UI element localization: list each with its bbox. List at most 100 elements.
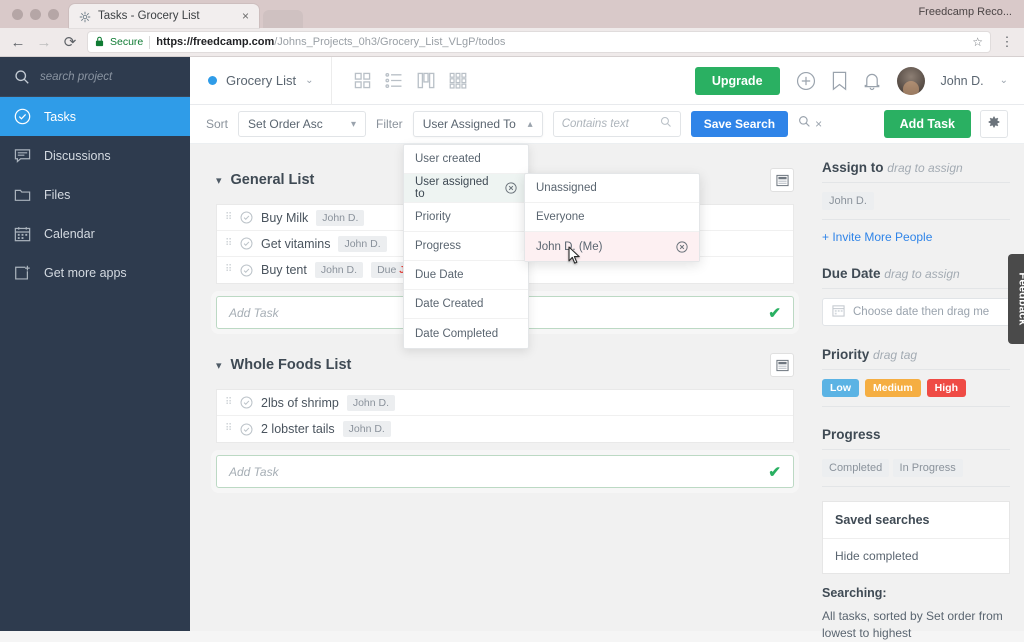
drag-handle-icon[interactable]: ⠿ bbox=[225, 212, 232, 222]
filter-label: Filter bbox=[376, 117, 403, 131]
chevron-down-icon[interactable]: ⌄ bbox=[1000, 75, 1008, 86]
confirm-add-task-icon[interactable]: ✔ bbox=[768, 463, 781, 481]
drag-handle-icon[interactable]: ⠿ bbox=[225, 238, 232, 248]
close-tab-button[interactable]: × bbox=[240, 10, 251, 22]
sidebar-item-label: Discussions bbox=[44, 148, 111, 163]
avatar[interactable] bbox=[896, 66, 925, 95]
add-task-input-whole-foods[interactable]: Add Task ✔ bbox=[216, 455, 794, 488]
grid-view-icon[interactable] bbox=[354, 72, 371, 89]
save-search-button[interactable]: Save Search bbox=[690, 111, 789, 137]
address-bar[interactable]: Secure https://freedcamp.com/Johns_Proje… bbox=[88, 32, 990, 52]
user-name[interactable]: John D. bbox=[941, 74, 984, 88]
contains-text-input[interactable]: Contains text bbox=[552, 111, 681, 137]
right-panel: Assign to drag to assign John D. + Invit… bbox=[810, 144, 1024, 640]
filter-select[interactable]: User Assigned To ▴ bbox=[412, 111, 543, 137]
check-circle-icon[interactable] bbox=[240, 237, 253, 250]
bell-icon[interactable] bbox=[863, 71, 881, 91]
searching-title: Searching: bbox=[822, 586, 887, 600]
bookmark-icon[interactable] bbox=[832, 71, 847, 91]
sidebar-item-get-more-apps[interactable]: Get more apps bbox=[0, 253, 190, 292]
minimize-window-button[interactable] bbox=[30, 9, 41, 20]
menu-item-unassigned[interactable]: Unassigned bbox=[525, 174, 699, 203]
assignable-person-tag[interactable]: John D. bbox=[822, 192, 874, 210]
priority-hint: drag tag bbox=[873, 348, 918, 362]
task-assignee[interactable]: John D. bbox=[338, 235, 387, 252]
folder-icon bbox=[14, 186, 31, 203]
check-circle-icon[interactable] bbox=[240, 396, 253, 409]
sort-select[interactable]: Set Order Asc ▾ bbox=[238, 111, 367, 137]
table-row[interactable]: ⠿ 2 lobster tails John D. bbox=[217, 416, 793, 442]
check-circle-icon[interactable] bbox=[240, 264, 253, 277]
plus-circle-icon[interactable] bbox=[796, 71, 816, 91]
maximize-window-button[interactable] bbox=[48, 9, 59, 20]
new-tab-button[interactable] bbox=[263, 10, 303, 28]
add-task-button[interactable]: Add Task bbox=[883, 110, 971, 138]
clear-search-button[interactable]: × bbox=[798, 115, 822, 133]
list-panel-button[interactable] bbox=[770, 353, 794, 377]
close-window-button[interactable] bbox=[12, 9, 23, 20]
reload-button[interactable]: ⟳ bbox=[62, 35, 78, 50]
board-view-icon[interactable] bbox=[449, 72, 467, 89]
menu-item-user-assigned-to[interactable]: User assigned to bbox=[404, 174, 528, 203]
browser-menu-icon[interactable]: ⋮ bbox=[1000, 35, 1014, 48]
sidebar-item-label: Tasks bbox=[44, 109, 76, 124]
project-selector[interactable]: Grocery List ⌄ bbox=[190, 56, 333, 105]
divider bbox=[822, 406, 1010, 407]
table-row[interactable]: ⠿ 2lbs of shrimp John D. bbox=[217, 390, 793, 416]
check-circle-icon[interactable] bbox=[240, 423, 253, 436]
sidebar-item-discussions[interactable]: Discussions bbox=[0, 136, 190, 175]
priority-tag-medium[interactable]: Medium bbox=[865, 379, 921, 397]
menu-item-progress[interactable]: Progress bbox=[404, 232, 528, 261]
list-panel-button[interactable] bbox=[770, 168, 794, 192]
project-search[interactable]: search project bbox=[0, 57, 190, 97]
chevron-down-icon[interactable]: ▾ bbox=[216, 174, 222, 187]
saved-search-item[interactable]: Hide completed bbox=[823, 538, 1009, 573]
menu-item-john-d-me[interactable]: John D. (Me) bbox=[525, 232, 699, 261]
remove-user-filter-icon[interactable] bbox=[676, 240, 688, 253]
task-assignee[interactable]: John D. bbox=[346, 394, 395, 411]
check-circle-icon[interactable] bbox=[240, 211, 253, 224]
upgrade-button[interactable]: Upgrade bbox=[694, 66, 780, 95]
add-task-placeholder: Add Task bbox=[229, 305, 279, 320]
priority-tag-high[interactable]: High bbox=[926, 379, 966, 397]
forward-button[interactable]: → bbox=[36, 35, 52, 50]
secure-label: Secure bbox=[110, 36, 144, 48]
invite-more-people-link[interactable]: + Invite More People bbox=[822, 230, 932, 244]
browser-tab[interactable]: Tasks - Grocery List × bbox=[69, 4, 259, 28]
sidebar-item-calendar[interactable]: Calendar bbox=[0, 214, 190, 253]
drag-handle-icon[interactable]: ⠿ bbox=[225, 424, 232, 434]
list-view-icon[interactable] bbox=[385, 72, 403, 89]
confirm-add-task-icon[interactable]: ✔ bbox=[768, 304, 781, 322]
drag-handle-icon[interactable]: ⠿ bbox=[225, 265, 232, 275]
due-date-hint: drag to assign bbox=[884, 267, 960, 281]
task-assignee[interactable]: John D. bbox=[342, 421, 391, 437]
check-circle-icon bbox=[14, 108, 31, 125]
settings-button[interactable] bbox=[980, 110, 1008, 138]
window-controls[interactable] bbox=[0, 9, 69, 28]
menu-item-everyone[interactable]: Everyone bbox=[525, 203, 699, 232]
date-picker-field[interactable]: Choose date then drag me bbox=[822, 298, 1010, 326]
feedback-tab[interactable]: Feedback bbox=[1008, 254, 1024, 344]
back-button[interactable]: ← bbox=[10, 35, 26, 50]
url-domain: https://freedcamp.com bbox=[156, 36, 275, 48]
menu-item-date-completed[interactable]: Date Completed bbox=[404, 319, 528, 348]
sidebar-item-label: Get more apps bbox=[44, 265, 127, 280]
task-assignee[interactable]: John D. bbox=[316, 209, 365, 226]
task-assignee[interactable]: John D. bbox=[314, 262, 364, 278]
sidebar-item-tasks[interactable]: Tasks bbox=[0, 97, 190, 136]
menu-item-due-date[interactable]: Due Date bbox=[404, 261, 528, 290]
menu-item-user-created[interactable]: User created bbox=[404, 145, 528, 174]
remove-filter-icon[interactable] bbox=[505, 182, 517, 194]
menu-item-date-created[interactable]: Date Created bbox=[404, 290, 528, 319]
chevron-down-icon[interactable]: ▾ bbox=[216, 359, 222, 372]
columns-view-icon[interactable] bbox=[417, 72, 435, 89]
drag-handle-icon[interactable]: ⠿ bbox=[225, 397, 232, 407]
browser-tab-bar: Tasks - Grocery List × Freedcamp Reco... bbox=[0, 0, 1024, 28]
menu-item-label: Due Date bbox=[415, 269, 464, 281]
progress-tag-completed[interactable]: Completed bbox=[822, 459, 890, 477]
priority-tag-low[interactable]: Low bbox=[822, 379, 859, 397]
sidebar-item-files[interactable]: Files bbox=[0, 175, 190, 214]
bookmark-star-icon[interactable]: ☆ bbox=[972, 35, 983, 49]
menu-item-priority[interactable]: Priority bbox=[404, 203, 528, 232]
progress-tag-in-progress[interactable]: In Progress bbox=[892, 459, 963, 477]
